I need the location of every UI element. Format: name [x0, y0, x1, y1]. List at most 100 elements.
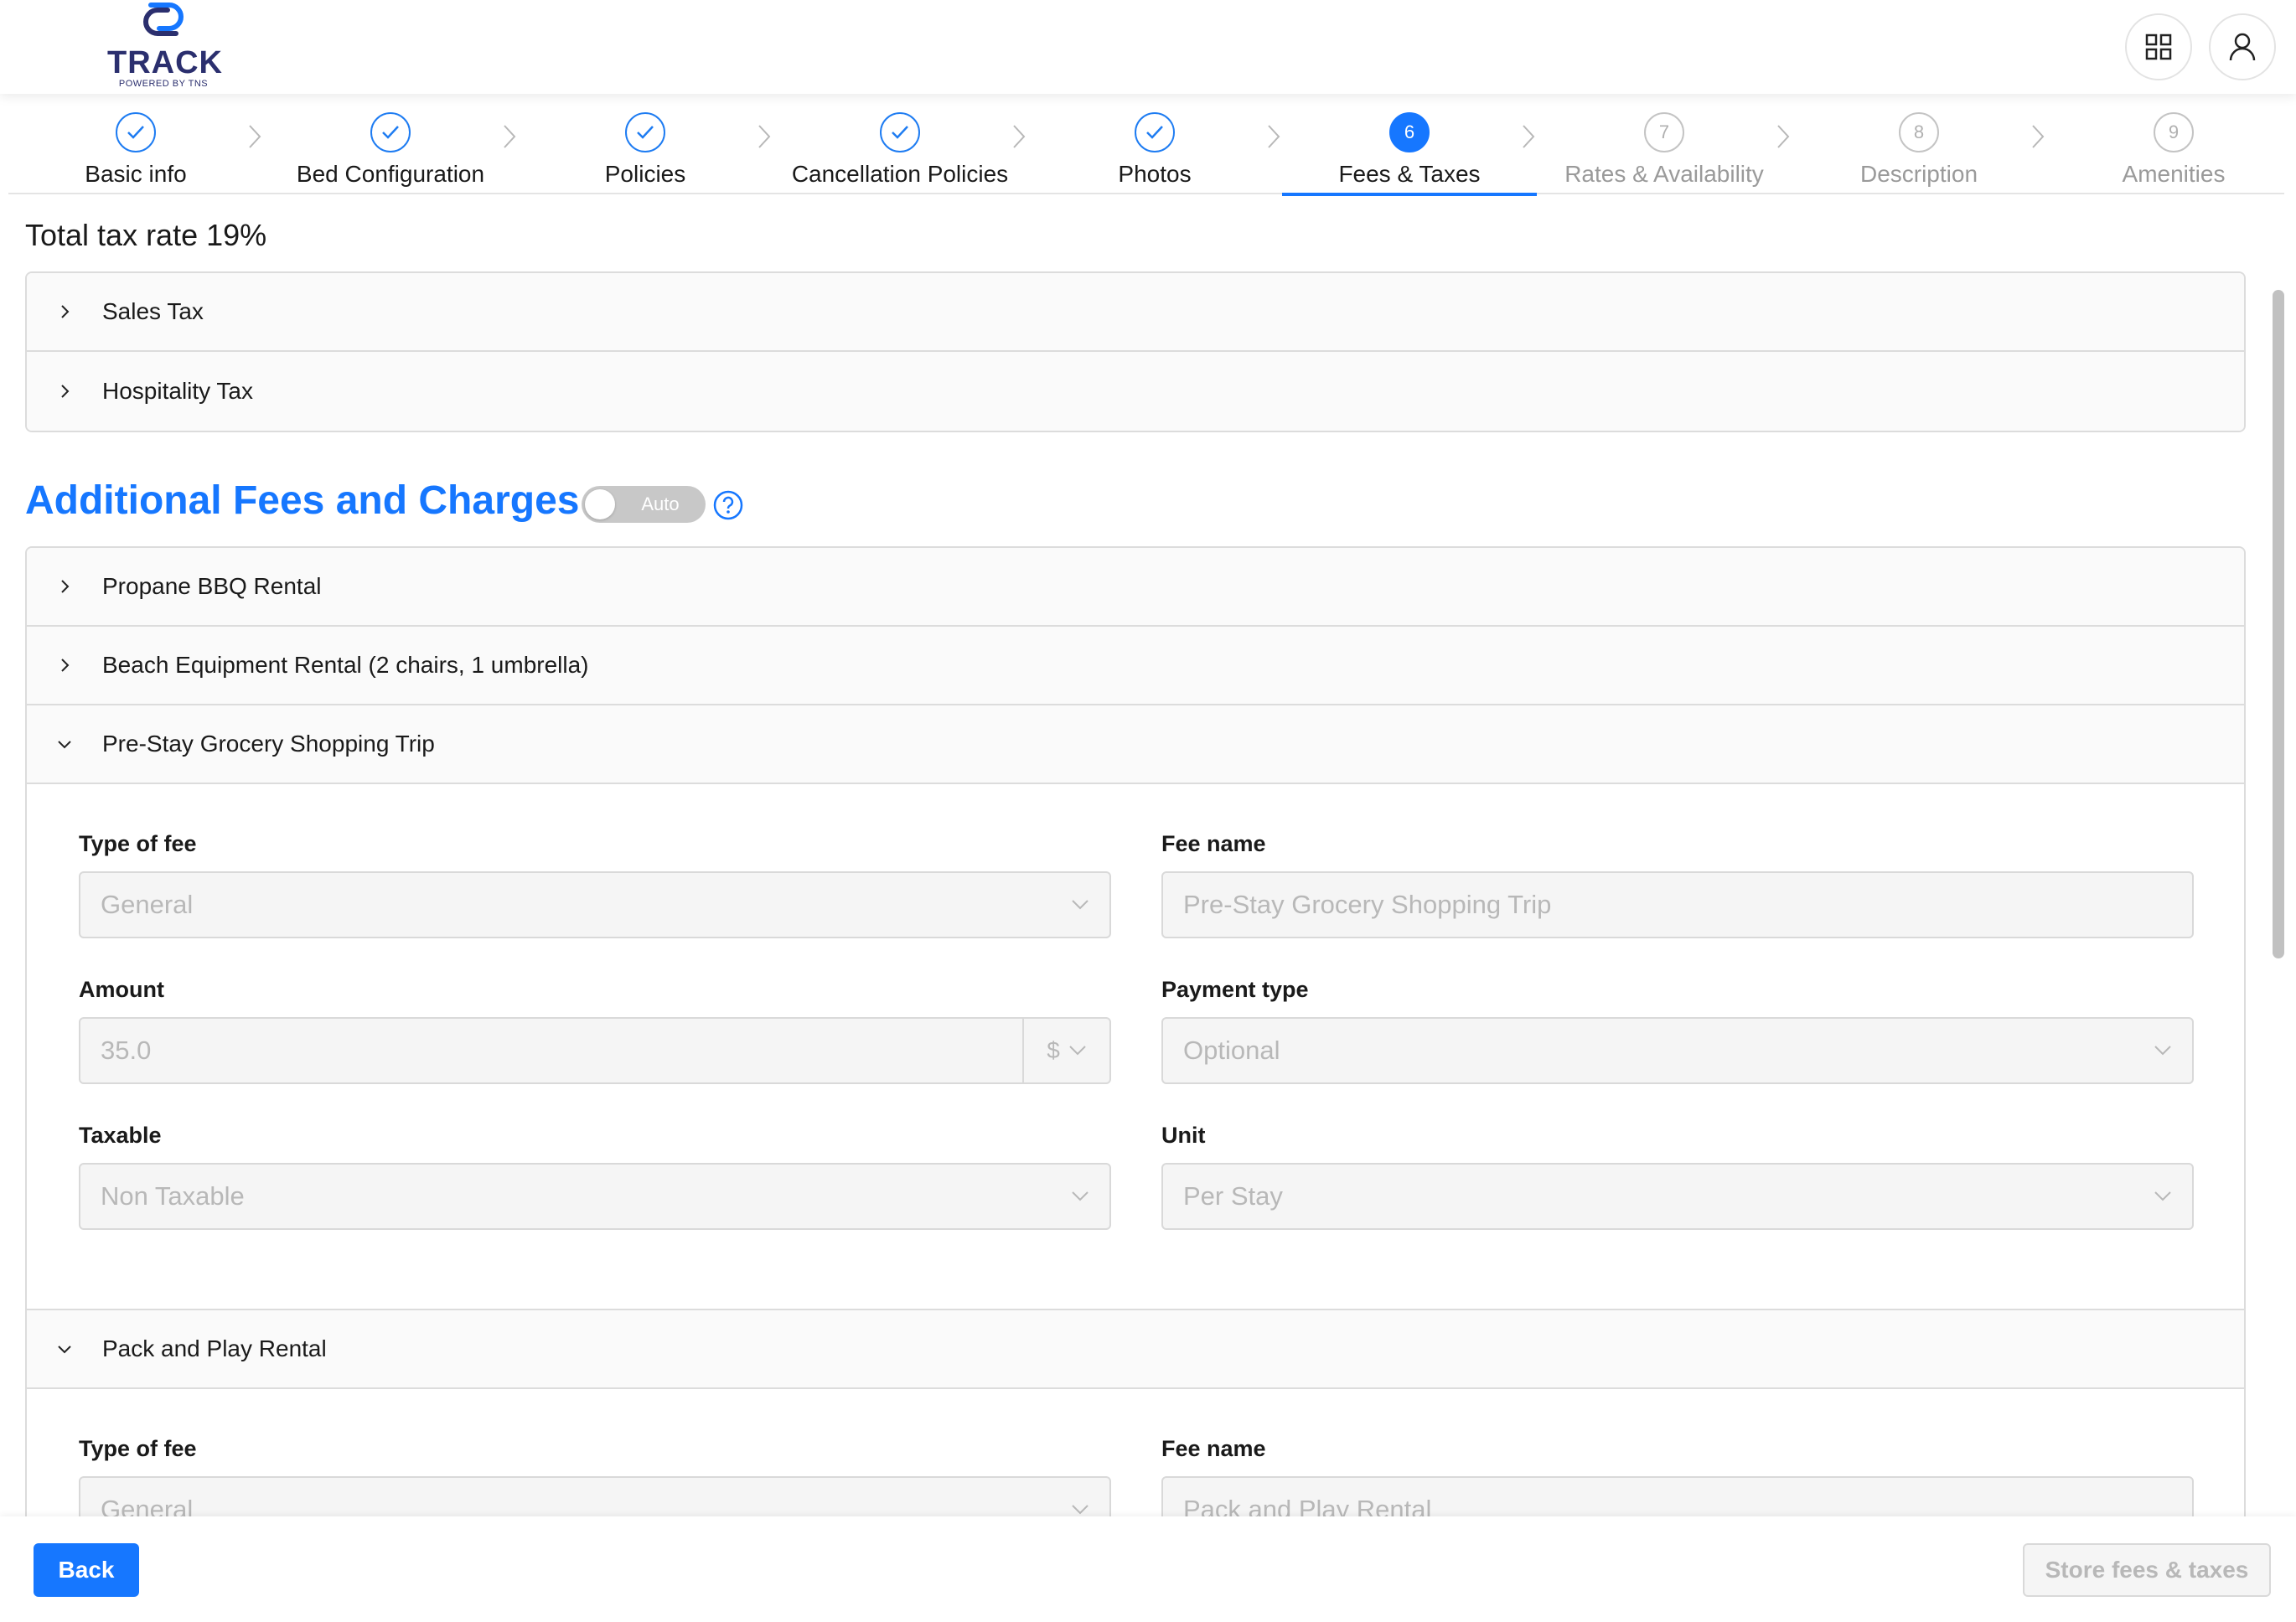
type-of-fee-value: General	[101, 1495, 194, 1516]
type-of-fee-select[interactable]: General	[79, 1476, 1111, 1516]
step-number: 8	[1899, 112, 1939, 152]
unit-value: Per Stay	[1183, 1181, 1283, 1211]
step-label: Policies	[604, 161, 686, 187]
fee-name-label: Fee name	[1161, 831, 1266, 856]
step-label: Photos	[1118, 161, 1192, 187]
payment-type-select[interactable]: Optional	[1161, 1017, 2194, 1084]
step-label: Bed Configuration	[296, 161, 485, 187]
type-of-fee-value: General	[101, 890, 194, 919]
check-icon	[116, 112, 156, 152]
chevron-down-icon	[2133, 1045, 2192, 1056]
check-icon	[370, 112, 411, 152]
user-icon	[2229, 33, 2256, 61]
logo-text: TRACK	[107, 45, 223, 80]
step-label: Cancellation Policies	[791, 161, 1009, 187]
step-4[interactable]: Cancellation Policies	[773, 94, 1027, 194]
footer-bar: Back Store fees & taxes	[0, 1516, 2296, 1622]
logo-subtitle: POWERED BY TNS	[118, 79, 209, 89]
check-icon	[625, 112, 665, 152]
step-8[interactable]: 8 Description	[1792, 94, 2046, 194]
step-2[interactable]: Bed Configuration	[263, 94, 518, 194]
chevron-right-icon	[27, 579, 102, 594]
wizard-stepper: Basic info Bed Configuration Policies Cance…	[8, 94, 2284, 196]
taxable-value: Non Taxable	[101, 1181, 245, 1211]
chevron-right-icon	[27, 304, 102, 319]
chevron-down-icon	[1069, 1046, 1086, 1056]
amount-label: Amount	[79, 977, 164, 1002]
taxable-label: Taxable	[79, 1123, 162, 1148]
chevron-down-icon	[2133, 1191, 2192, 1202]
panel-body-pack-and-play: Type of fee General Fee name Pack and Pl…	[27, 1389, 2244, 1516]
step-label: Rates & Availability	[1564, 161, 1764, 187]
panel-header-beach-equipment[interactable]: Beach Equipment Rental (2 chairs, 1 umbr…	[27, 627, 2244, 705]
check-icon	[880, 112, 920, 152]
track-logo[interactable]: TRACK POWERED BY TNS	[107, 0, 223, 92]
toggle-label: Auto	[641, 493, 680, 514]
taxable-select[interactable]: Non Taxable	[79, 1163, 1111, 1230]
amount-value: 35.0	[101, 1036, 152, 1065]
check-icon	[1135, 112, 1175, 152]
step-6[interactable]: 6 Fees & Taxes	[1282, 94, 1537, 196]
panel-title: Sales Tax	[102, 298, 204, 324]
step-9[interactable]: 9 Amenities	[2046, 94, 2296, 194]
type-of-fee-label: Type of fee	[79, 1436, 197, 1461]
type-of-fee-select[interactable]: General	[79, 871, 1111, 938]
scrollbar[interactable]	[2269, 194, 2288, 1516]
step-1[interactable]: Basic info	[8, 94, 263, 194]
step-label: Fees & Taxes	[1338, 161, 1481, 187]
main-content: Total tax rate 19% Sales Tax Hospitality…	[25, 194, 2246, 1516]
step-5[interactable]: Photos	[1027, 94, 1282, 194]
user-menu-button[interactable]	[2209, 13, 2276, 80]
panel-title: Beach Equipment Rental (2 chairs, 1 umbr…	[102, 652, 589, 678]
step-label: Basic info	[85, 161, 187, 187]
step-label: Amenities	[2122, 161, 2226, 187]
auto-toggle[interactable]: Auto	[582, 486, 706, 523]
step-7[interactable]: 7 Rates & Availability	[1537, 94, 1792, 194]
panel-header-sales-tax[interactable]: Sales Tax	[27, 273, 2244, 352]
step-3[interactable]: Policies	[518, 94, 773, 194]
chevron-right-icon	[27, 384, 102, 399]
fee-name-value: Pack and Play Rental	[1183, 1495, 1432, 1516]
panel-title: Propane BBQ Rental	[102, 573, 322, 599]
scrollbar-thumb[interactable]	[2273, 290, 2284, 958]
taxes-collapse: Sales Tax Hospitality Tax	[25, 271, 2246, 432]
chevron-down-icon	[1051, 1504, 1109, 1516]
panel-header-propane-bbq[interactable]: Propane BBQ Rental	[27, 548, 2244, 627]
panel-body-grocery-trip: Type of fee General Fee name Pre-Stay Gr…	[27, 784, 2244, 1310]
panel-title: Hospitality Tax	[102, 378, 254, 404]
currency-symbol: $	[1047, 1037, 1060, 1063]
chevron-right-icon	[27, 658, 102, 673]
apps-button[interactable]	[2125, 13, 2192, 80]
step-label: Description	[1859, 161, 1978, 187]
panel-title: Pack and Play Rental	[102, 1335, 327, 1361]
type-of-fee-label: Type of fee	[79, 831, 197, 856]
fee-name-input[interactable]: Pre-Stay Grocery Shopping Trip	[1161, 871, 2194, 938]
payment-type-value: Optional	[1183, 1036, 1280, 1065]
panel-header-pack-and-play[interactable]: Pack and Play Rental	[27, 1310, 2244, 1389]
step-number: 9	[2154, 112, 2194, 152]
currency-select[interactable]: $	[1022, 1019, 1109, 1082]
fee-name-value: Pre-Stay Grocery Shopping Trip	[1183, 890, 1552, 919]
chevron-down-icon	[27, 736, 102, 752]
top-header: TRACK POWERED BY TNS	[0, 0, 2296, 94]
toggle-knob	[585, 489, 615, 519]
fee-name-label: Fee name	[1161, 1436, 1266, 1461]
question-circle-icon[interactable]	[712, 489, 744, 521]
chevron-down-icon	[27, 1341, 102, 1356]
panel-header-grocery-trip[interactable]: Pre-Stay Grocery Shopping Trip	[27, 705, 2244, 784]
chevron-down-icon	[1051, 1191, 1109, 1202]
payment-type-label: Payment type	[1161, 977, 1309, 1002]
unit-label: Unit	[1161, 1123, 1206, 1148]
fees-section-title: Additional Fees and Charges	[25, 478, 580, 523]
total-tax-rate: Total tax rate 19%	[25, 218, 267, 252]
panel-title: Pre-Stay Grocery Shopping Trip	[102, 731, 435, 757]
panel-header-hospitality-tax[interactable]: Hospitality Tax	[27, 352, 2244, 431]
store-fees-button[interactable]: Store fees & taxes	[2023, 1543, 2271, 1597]
back-button[interactable]: Back	[34, 1543, 139, 1597]
unit-select[interactable]: Per Stay	[1161, 1163, 2194, 1230]
chevron-down-icon	[1051, 899, 1109, 911]
step-number: 7	[1644, 112, 1684, 152]
fee-name-input[interactable]: Pack and Play Rental	[1161, 1476, 2194, 1516]
logo-mark-icon	[143, 2, 184, 36]
amount-input[interactable]: 35.0 $	[79, 1017, 1111, 1084]
